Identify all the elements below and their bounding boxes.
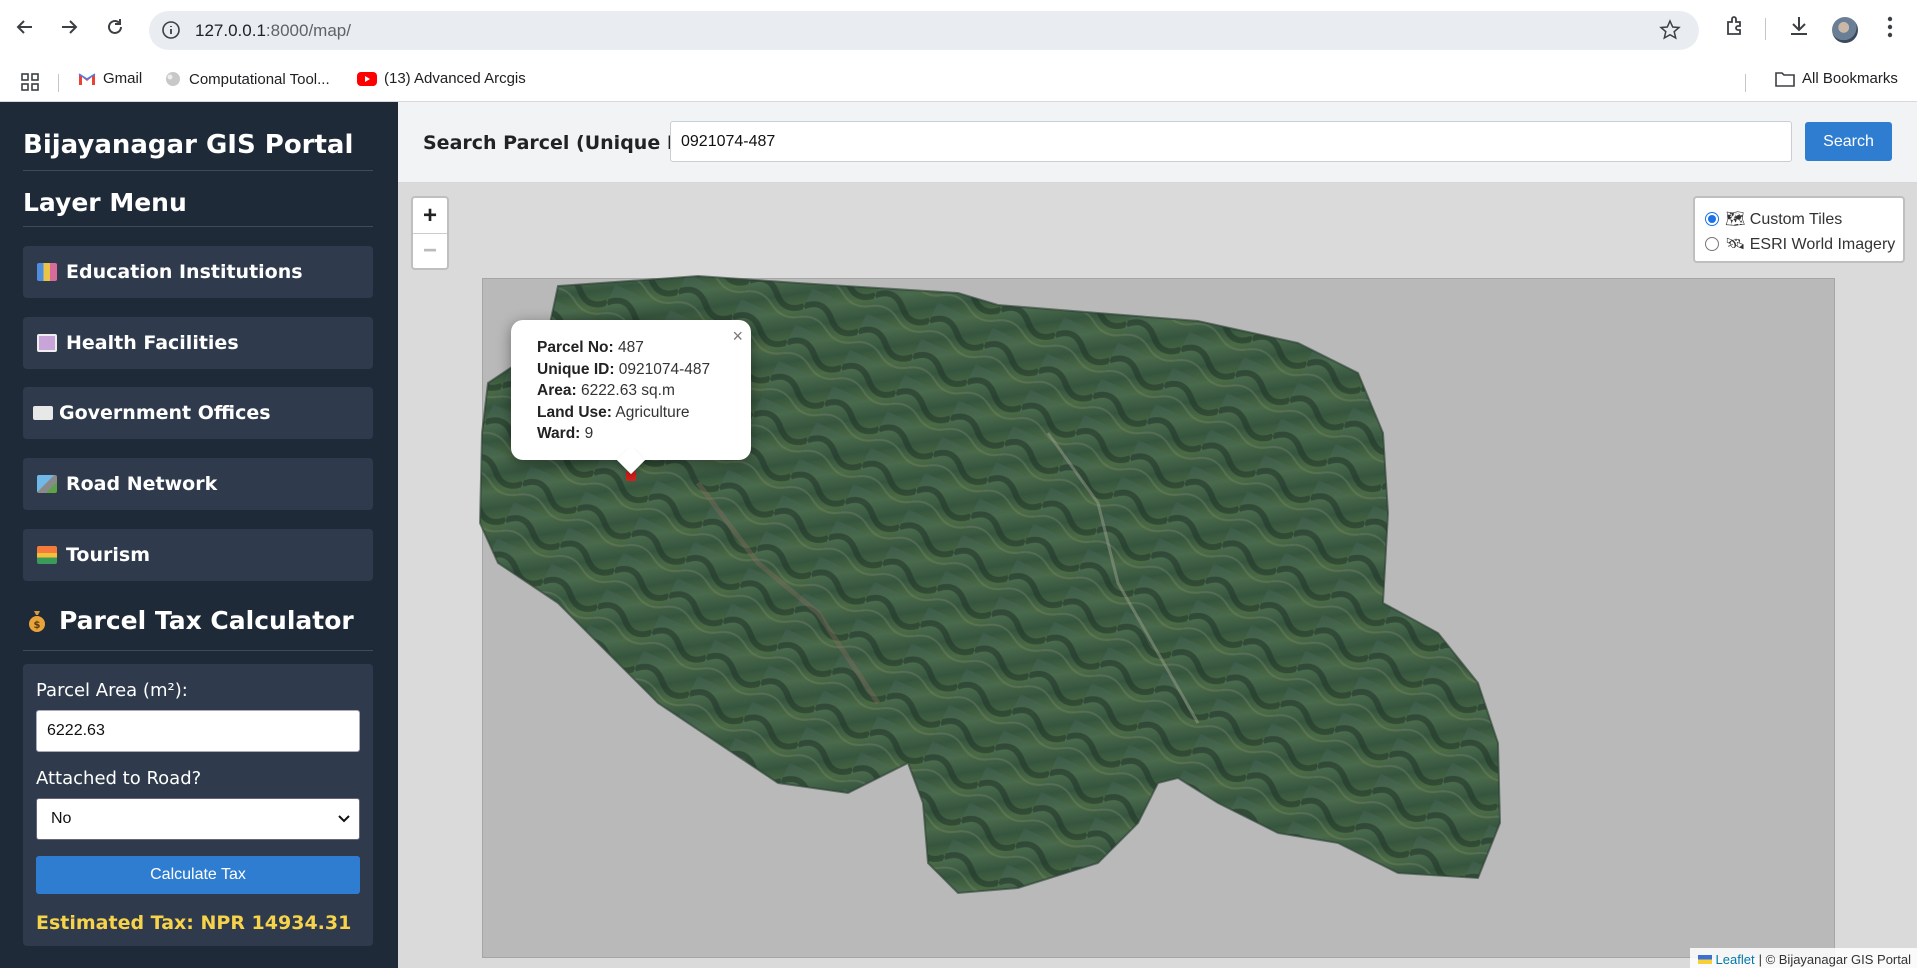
portal-title: Bijayanagar GIS Portal xyxy=(23,130,354,160)
bookmarks-divider xyxy=(58,74,59,92)
layer-health-facilities[interactable]: Health Facilities xyxy=(23,317,373,369)
svg-text:$: $ xyxy=(34,620,41,631)
satellite-imagery xyxy=(478,274,1502,895)
zoom-out-button[interactable]: − xyxy=(413,233,447,268)
radio-unselected-icon[interactable] xyxy=(1705,236,1719,251)
map-attribution: Leaflet | © Bijayanagar GIS Portal xyxy=(1689,948,1917,968)
leaflet-link[interactable]: Leaflet xyxy=(1716,952,1755,967)
attached-to-road-select[interactable]: No xyxy=(36,798,360,840)
sidebar: Bijayanagar GIS Portal Layer Menu Educat… xyxy=(0,102,398,968)
folder-icon xyxy=(1775,71,1795,87)
profile-avatar[interactable] xyxy=(1832,17,1858,43)
popup-row-land-use: Land Use: Agriculture xyxy=(537,403,690,421)
bookmark-advanced-arcgis[interactable]: (13) Advanced Arcgis xyxy=(357,70,526,87)
zoom-in-button[interactable]: + xyxy=(413,198,447,233)
search-button[interactable]: Search xyxy=(1805,122,1892,161)
search-input[interactable]: 0921074-487 xyxy=(670,121,1792,162)
popup-row-parcel-no: Parcel No: 487 xyxy=(537,339,644,356)
bookmark-gmail[interactable]: Gmail xyxy=(78,70,142,87)
address-bar[interactable]: 127.0.0.1:8000/map/ xyxy=(149,11,1699,50)
back-button[interactable] xyxy=(10,12,40,42)
tax-calculator-title: $ Parcel Tax Calculator xyxy=(27,606,354,635)
bookmarks-divider-right xyxy=(1745,74,1746,92)
tool-favicon-icon xyxy=(166,72,180,86)
site-info-icon[interactable] xyxy=(161,20,181,40)
money-bag-icon: $ xyxy=(29,610,45,632)
arrow-right-icon xyxy=(62,20,78,34)
books-icon xyxy=(37,263,57,281)
estimated-tax-result: Estimated Tax: NPR 14934.31 xyxy=(36,912,352,934)
parcel-popup: × Parcel No: 487 Unique ID: 0921074-487 … xyxy=(511,320,751,475)
download-icon[interactable] xyxy=(1787,14,1811,38)
extensions-icon[interactable] xyxy=(1724,14,1748,38)
search-bar: Search Parcel (Unique ID): 0921074-487 S… xyxy=(398,102,1917,183)
popup-row-ward: Ward: 9 xyxy=(537,425,594,442)
reload-button[interactable] xyxy=(100,12,130,42)
reload-icon xyxy=(108,19,122,34)
gmail-icon xyxy=(78,72,96,85)
layer-government-offices[interactable]: Government Offices xyxy=(23,387,373,439)
divider xyxy=(23,650,373,651)
office-icon xyxy=(33,406,53,420)
road-icon xyxy=(37,475,57,493)
popup-row-area: Area: 6222.63 sq.m xyxy=(537,382,675,399)
base-layer-custom-tiles[interactable]: 🗺 Custom Tiles xyxy=(1705,206,1903,231)
attached-to-road-label: Attached to Road? xyxy=(36,768,202,789)
sunrise-icon xyxy=(37,546,57,564)
divider xyxy=(23,170,373,171)
popup-row-unique-id: Unique ID: 0921074-487 xyxy=(537,360,711,378)
parcel-area-label: Parcel Area (m²): xyxy=(36,680,188,701)
arrow-left-icon xyxy=(16,20,32,34)
parcel-area-input[interactable]: 6222.63 xyxy=(36,710,360,752)
youtube-icon xyxy=(357,71,377,86)
browser-toolbar: 127.0.0.1:8000/map/ xyxy=(0,0,1917,60)
layer-tourism[interactable]: Tourism xyxy=(23,529,373,581)
map-view[interactable]: + − 🗺 Custom Tiles 🛰 ESRI World Imagery … xyxy=(398,183,1917,968)
toolbar-divider xyxy=(1765,18,1766,40)
popup-close-button[interactable]: × xyxy=(732,326,743,347)
ukraine-flag-icon xyxy=(1697,954,1712,964)
apps-grid-icon[interactable] xyxy=(21,73,39,91)
layer-menu-title: Layer Menu xyxy=(23,188,187,217)
more-menu-icon[interactable] xyxy=(1880,14,1900,40)
bookmarks-bar: Gmail Computational Tool... (13) Advance… xyxy=(0,60,1917,102)
base-layer-esri-imagery[interactable]: 🛰 ESRI World Imagery xyxy=(1705,231,1903,256)
bookmark-computational-tool[interactable]: Computational Tool... xyxy=(164,70,330,88)
base-layer-control: 🗺 Custom Tiles 🛰 ESRI World Imagery xyxy=(1693,196,1905,263)
tax-calculator-panel: Parcel Area (m²): 6222.63 Attached to Ro… xyxy=(23,664,373,946)
chevron-down-icon xyxy=(338,815,350,823)
search-label: Search Parcel (Unique ID): xyxy=(423,132,706,154)
calculate-tax-button[interactable]: Calculate Tax xyxy=(36,856,360,894)
layer-education-institutions[interactable]: Education Institutions xyxy=(23,246,373,298)
radio-selected-icon[interactable] xyxy=(1705,211,1719,226)
hospital-icon xyxy=(37,334,57,352)
divider xyxy=(23,226,373,227)
all-bookmarks[interactable]: All Bookmarks xyxy=(1775,70,1898,87)
bookmark-star-icon[interactable] xyxy=(1659,19,1681,41)
url-text: 127.0.0.1:8000/map/ xyxy=(195,21,351,40)
zoom-control: + − xyxy=(411,196,449,270)
layer-road-network[interactable]: Road Network xyxy=(23,458,373,510)
forward-button[interactable] xyxy=(54,12,84,42)
